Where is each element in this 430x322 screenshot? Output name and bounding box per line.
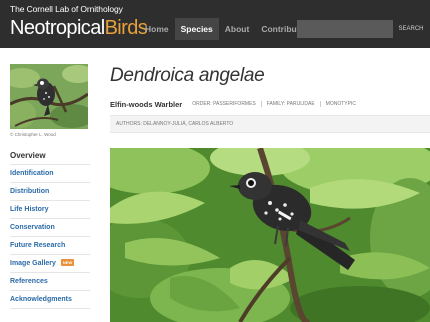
menu-item-label: Acknowledgments [10, 296, 72, 303]
photo-credit: © Christopher L. Wood [10, 132, 56, 137]
menu-item-image-gallery[interactable]: Image Gallery NEW [10, 255, 90, 273]
species-authors: AUTHORS: DELANNOY-JULIÁ, CARLOS ALBERTO [116, 121, 234, 127]
species-order: ORDER: PASSERIFORMES [192, 101, 256, 107]
site-header: The Cornell Lab of Ornithology Neotropic… [0, 0, 430, 48]
main-nav: Home Species About Contribute [139, 18, 310, 40]
cornell-lab-logo[interactable]: The Cornell Lab of Ornithology [10, 4, 123, 14]
species-status: MONOTYPIC [319, 101, 361, 107]
menu-item-identification[interactable]: Identification [10, 165, 90, 183]
nav-about[interactable]: About [219, 18, 256, 40]
menu-item-conservation[interactable]: Conservation [10, 219, 90, 237]
site-logo[interactable]: NeotropicalBirds [10, 17, 148, 40]
search-button[interactable]: SEARCH [394, 20, 428, 38]
menu-item-life-history[interactable]: Life History [10, 201, 90, 219]
menu-item-label: Overview [10, 151, 46, 160]
menu-item-references[interactable]: References [10, 273, 90, 291]
species-main-photo[interactable] [110, 148, 430, 322]
menu-item-overview[interactable]: Overview [10, 147, 90, 165]
species-sidebar: © Christopher L. Wood Overview Identific… [0, 48, 100, 322]
menu-item-distribution[interactable]: Distribution [10, 183, 90, 201]
main-photo-image [110, 148, 430, 322]
menu-item-label: Future Research [10, 242, 66, 249]
menu-item-label: Image Gallery [10, 260, 56, 267]
menu-item-acknowledgments[interactable]: Acknowledgments [10, 291, 90, 309]
search-input[interactable] [297, 20, 393, 38]
species-menu: Overview Identification Distribution Lif… [10, 147, 90, 309]
species-scientific-name: Dendroica angelae [110, 65, 265, 86]
nav-home[interactable]: Home [139, 18, 175, 40]
menu-item-label: References [10, 278, 48, 285]
species-common-name: Elfin-woods Warbler [110, 99, 183, 109]
site-name-part1: Neotropical [10, 17, 105, 39]
species-info-row: Elfin-woods Warbler ORDER: PASSERIFORMES… [110, 99, 361, 109]
species-family: FAMILY: PARULIDAE [260, 101, 320, 107]
menu-item-future-research[interactable]: Future Research [10, 237, 90, 255]
menu-item-label: Distribution [10, 188, 50, 195]
menu-item-label: Identification [10, 170, 54, 177]
new-badge: NEW [60, 259, 75, 266]
thumbnail-image [10, 64, 88, 129]
menu-item-label: Life History [10, 206, 49, 213]
nav-species[interactable]: Species [174, 18, 219, 40]
species-thumbnail[interactable] [10, 64, 88, 129]
authors-bar: AUTHORS: DELANNOY-JULIÁ, CARLOS ALBERTO [110, 115, 430, 133]
menu-item-label: Conservation [10, 224, 55, 231]
